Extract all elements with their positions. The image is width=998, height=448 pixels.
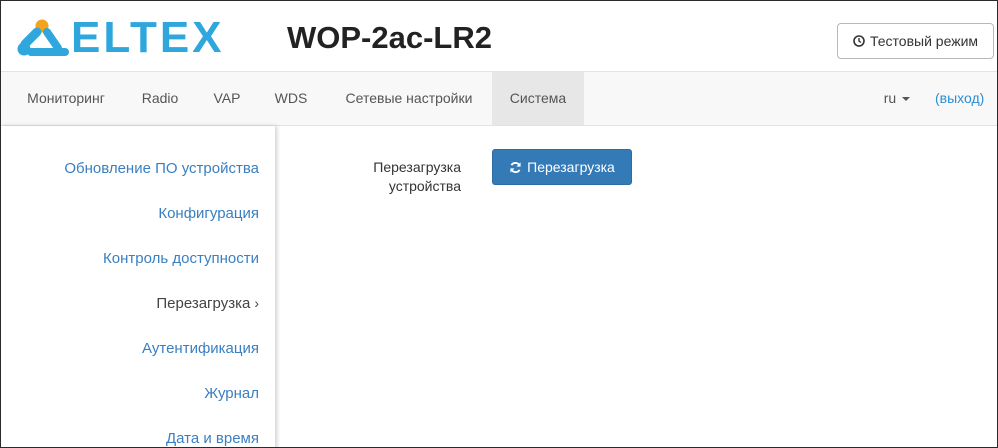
sidebar-item-label: Перезагрузка	[156, 295, 251, 312]
sidebar-item-reboot[interactable]: Перезагрузка ›	[156, 295, 259, 312]
nav-item-radio[interactable]: Radio	[129, 72, 191, 125]
sidebar-item-log[interactable]: Журнал	[204, 385, 259, 402]
sidebar-item-authentication[interactable]: Аутентификация	[142, 340, 259, 357]
caret-down-icon	[902, 97, 911, 102]
sidebar-item-configuration[interactable]: Конфигурация	[158, 205, 259, 222]
reboot-button-label: Перезагрузка	[527, 159, 615, 175]
device-title: WOP-2ac-LR2	[287, 20, 492, 55]
clock-icon	[853, 35, 865, 47]
nav-item-monitoring[interactable]: Мониторинг	[13, 72, 119, 125]
test-mode-button[interactable]: Тестовый режим	[837, 23, 994, 59]
eltex-logo-mark-icon	[17, 19, 69, 56]
sidebar-item-date-time[interactable]: Дата и время	[166, 430, 259, 447]
header: ELTEX WOP-2ac-LR2 Тестовый режим	[1, 1, 997, 71]
logo-text: ELTEX	[71, 13, 225, 62]
nav-item-wds[interactable]: WDS	[261, 72, 321, 125]
chevron-right-icon: ›	[254, 295, 259, 311]
app-window: ELTEX WOP-2ac-LR2 Тестовый режим Монитор…	[0, 0, 998, 448]
language-value: ru	[883, 90, 897, 106]
nav-item-system[interactable]: Система	[492, 72, 584, 125]
refresh-icon	[510, 161, 521, 173]
logout-link[interactable]: (выход)	[935, 72, 997, 125]
eltex-logo[interactable]: ELTEX	[15, 13, 225, 62]
sidebar-item-availability-control[interactable]: Контроль доступности	[103, 250, 259, 267]
test-mode-label: Тестовый режим	[869, 33, 979, 49]
sidebar-item-firmware-update[interactable]: Обновление ПО устройства	[64, 160, 259, 177]
sidebar: Обновление ПО устройства Конфигурация Ко…	[1, 126, 275, 447]
nav-item-network-settings[interactable]: Сетевые настройки	[327, 72, 491, 125]
reboot-field-label: Перезагрузка устройства	[373, 159, 461, 194]
nav-item-vap[interactable]: VAP	[199, 72, 255, 125]
reboot-button[interactable]: Перезагрузка	[492, 149, 632, 185]
language-dropdown[interactable]: ru	[867, 72, 927, 125]
main-nav: Мониторинг Radio VAP WDS Сетевые настрой…	[1, 71, 997, 126]
